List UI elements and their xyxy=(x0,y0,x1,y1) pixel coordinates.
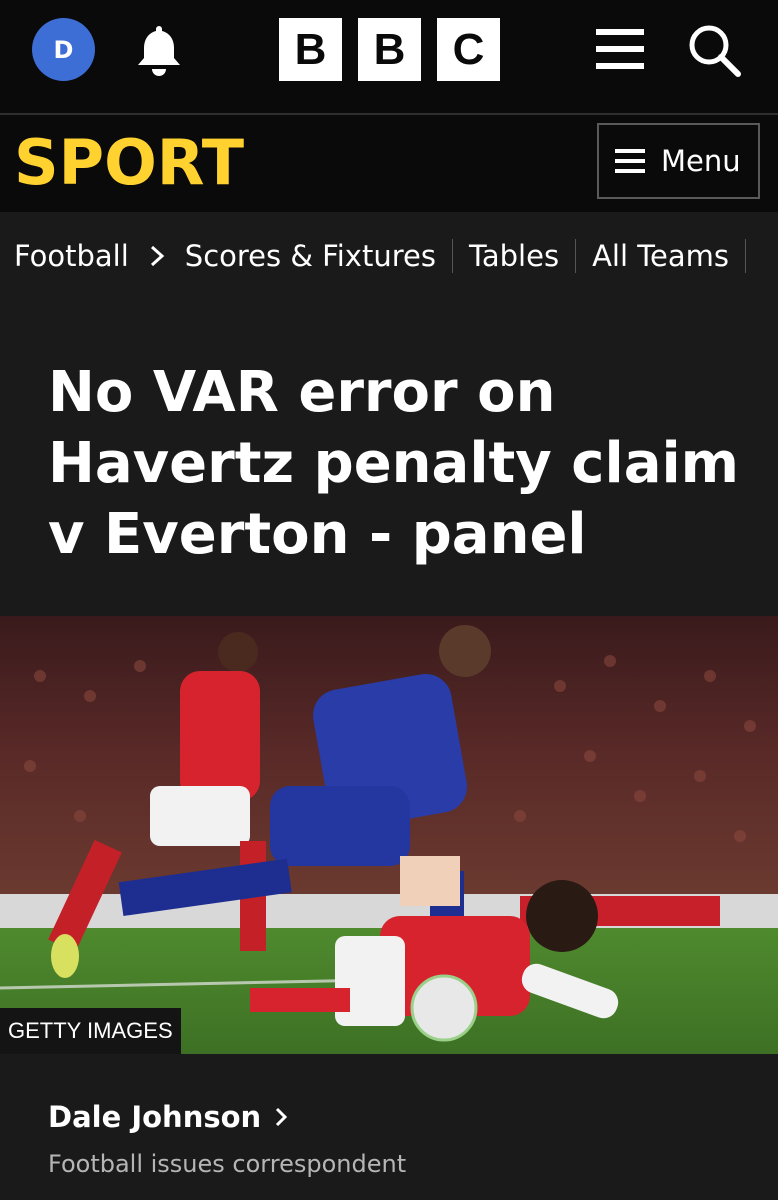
nav-divider xyxy=(745,239,747,273)
match-photo xyxy=(0,616,778,1054)
section-nav: Football Scores & Fixtures Tables All Te… xyxy=(0,212,778,300)
logo-letter: C xyxy=(437,18,500,81)
search-icon[interactable] xyxy=(686,22,742,78)
author-role: Football issues correspondent xyxy=(48,1150,407,1178)
sport-bar: SPORT Menu xyxy=(0,115,778,212)
article-image: GETTY IMAGES xyxy=(0,616,778,1054)
nav-link-scores-fixtures[interactable]: Scores & Fixtures xyxy=(185,239,436,273)
chevron-right-icon xyxy=(276,1107,288,1127)
menu-icon xyxy=(615,149,645,173)
nav-divider xyxy=(575,239,577,273)
nav-link-tables[interactable]: Tables xyxy=(469,239,559,273)
sport-title[interactable]: SPORT xyxy=(14,132,244,194)
logo-letter: B xyxy=(358,18,421,81)
nav-section-football[interactable]: Football xyxy=(14,239,129,273)
nav-divider xyxy=(451,239,453,273)
menu-label: Menu xyxy=(661,144,741,178)
account-avatar[interactable]: D xyxy=(32,18,95,81)
menu-icon[interactable] xyxy=(596,27,644,71)
avatar-initial: D xyxy=(53,35,74,64)
chevron-right-icon xyxy=(150,245,165,267)
image-credit: GETTY IMAGES xyxy=(0,1008,181,1054)
bell-icon[interactable] xyxy=(133,22,185,78)
top-bar: D B B C xyxy=(0,0,778,115)
author-name: Dale Johnson xyxy=(48,1100,262,1134)
article-headline: No VAR error on Havertz penalty claim v … xyxy=(48,360,740,567)
nav-link-all-teams[interactable]: All Teams xyxy=(592,239,729,273)
bbc-logo[interactable]: B B C xyxy=(279,18,500,81)
logo-letter: B xyxy=(279,18,342,81)
author-link[interactable]: Dale Johnson xyxy=(48,1100,288,1134)
menu-button[interactable]: Menu xyxy=(597,123,760,199)
